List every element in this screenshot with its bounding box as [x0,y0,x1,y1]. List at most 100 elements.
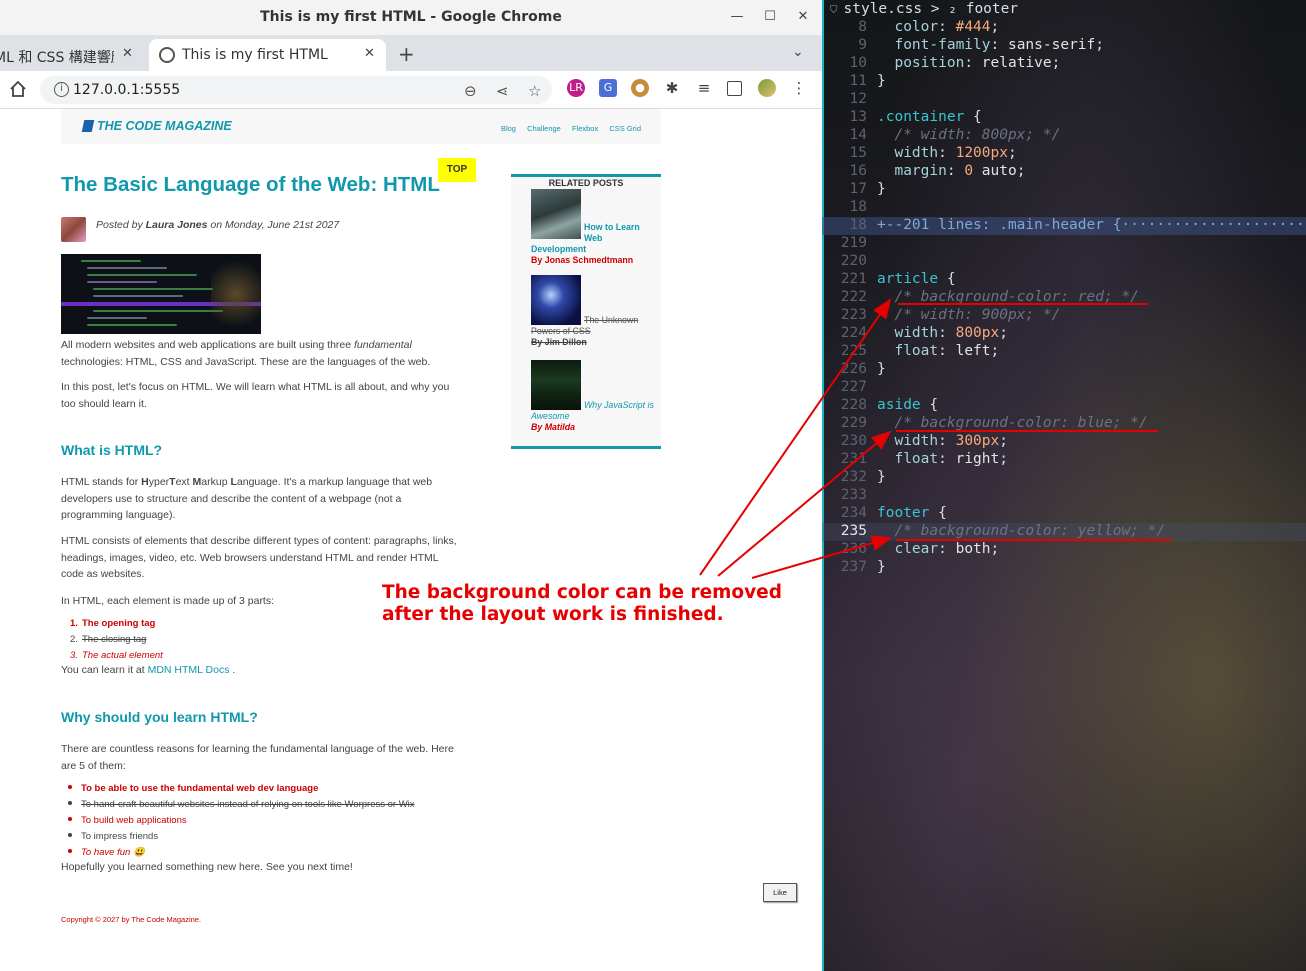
related-post-item[interactable]: The Unknown Powers of CSS By Jim Dillon [531,275,656,348]
editor-line[interactable]: 227 [822,379,1306,397]
editor-line[interactable]: 14 /* width: 800px; */ [822,127,1306,145]
site-logo[interactable]: THE CODE MAGAZINE [81,119,232,133]
editor-line[interactable]: 9 font-family: sans-serif; [822,37,1306,55]
extension-cookie-icon[interactable]: ● [631,79,649,97]
editor-line[interactable]: 8 color: #444; [822,19,1306,37]
related-post-item[interactable]: Why JavaScript is Awesome By Matilda [531,360,656,433]
editor-line[interactable]: 11} [822,73,1306,91]
editor-line[interactable]: 229 /* background-color: blue; */ [822,415,1306,433]
editor-line[interactable]: 232} [822,469,1306,487]
address-bar[interactable]: i 127.0.0.1:5555 ⊖ ⋖ ☆ [40,76,552,104]
editor-line[interactable]: 237} [822,559,1306,577]
related-post-author: By Jim Dillon [531,337,587,347]
post-title: The Basic Language of the Web: HTML [61,173,440,196]
post-thumbnail [531,189,581,239]
annotation-line-1: The background color can be removed [382,582,782,603]
nav-link-css-grid[interactable]: CSS Grid [609,124,641,133]
site-header: THE CODE MAGAZINE Blog Challenge Flexbox… [61,109,661,144]
tab-search-chevron-icon[interactable]: ⌄ [792,44,804,60]
editor-line[interactable]: 12 [822,91,1306,109]
line-code: color: #444; [894,19,1000,35]
bookmark-star-icon[interactable]: ☆ [528,82,541,100]
line-number: 220 [840,253,867,269]
tab-current[interactable]: This is my first HTML ✕ [149,39,386,71]
related-post-item[interactable]: How to Learn Web Development By Jonas Sc… [531,189,656,266]
mdn-link[interactable]: MDN HTML Docs [148,664,230,676]
tab-label: ML 和 CSS 構建響應 [0,50,114,66]
editor-line[interactable]: 16 margin: 0 auto; [822,163,1306,181]
unordered-list-item: To impress friends [68,829,158,845]
nav-link-challenge[interactable]: Challenge [527,124,561,133]
tab-label: This is my first HTML [182,47,328,63]
line-number: 224 [840,325,867,341]
top-badge[interactable]: TOP [438,158,476,182]
share-icon[interactable]: ⋖ [496,82,509,100]
editor-line[interactable]: 219 [822,235,1306,253]
home-icon[interactable] [8,79,28,99]
profile-avatar[interactable] [758,79,776,97]
like-button[interactable]: Like [763,883,797,902]
close-tab-icon[interactable]: ✕ [364,46,375,61]
editor-line[interactable]: 10 position: relative; [822,55,1306,73]
editor-line[interactable]: 233 [822,487,1306,505]
line-number: 235 [840,523,867,539]
editor-line[interactable]: 222 /* background-color: red; */ [822,289,1306,307]
site-info-icon[interactable]: i [54,82,69,97]
line-number: 18 [849,217,867,233]
line-number: 8 [858,19,867,35]
aside-title: RELATED POSTS [548,178,624,188]
mdn-paragraph: You can learn it at MDN HTML Docs . [61,664,236,676]
line-number: 14 [849,127,867,143]
heading-what-is-html: What is HTML? [61,442,163,458]
tab-css-course[interactable]: ML 和 CSS 構建響應 ✕ [0,39,144,71]
line-code: float: left; [894,343,1000,359]
side-panel-icon[interactable] [727,81,742,96]
extensions-puzzle-icon[interactable]: ✱ [663,79,681,97]
editor-line[interactable]: 234 footer { [822,505,1306,523]
editor-line[interactable]: 236 clear: both; [822,541,1306,559]
related-posts-aside: RELATED POSTS How to Learn Web Developme… [511,174,661,449]
line-number: 231 [840,451,867,467]
editor-line[interactable]: 230 width: 300px; [822,433,1306,451]
editor-line[interactable]: 231 float: right; [822,451,1306,469]
extension-lr-icon[interactable]: LR [567,79,585,97]
editor-line[interactable]: 221 article { [822,271,1306,289]
code-editor: ⛉ style.css > ₂ footer 8 color: #444; 9 fo… [822,0,1306,971]
line-code: } [877,73,886,89]
line-code: width: 800px; [894,325,1008,341]
maximize-icon[interactable]: ☐ [761,8,779,26]
zoom-icon[interactable]: ⊖ [464,82,477,100]
editor-line[interactable]: 17} [822,181,1306,199]
line-code: /* background-color: red; */ [894,289,1139,305]
close-tab-icon[interactable]: ✕ [122,46,133,61]
window-title: This is my first HTML - Google Chrome [260,9,562,25]
line-code: } [877,361,886,377]
editor-line[interactable]: 223 /* width: 900px; */ [822,307,1306,325]
line-code: } [877,181,886,197]
close-window-icon[interactable]: ✕ [794,8,812,26]
minimize-icon[interactable]: — [728,8,746,26]
editor-line[interactable]: 226} [822,361,1306,379]
editor-line[interactable]: 13 .container { [822,109,1306,127]
editor-line[interactable]: 235 /* background-color: yellow; */ [822,523,1306,541]
nav-link-flexbox[interactable]: Flexbox [572,124,598,133]
intro-paragraph-1: All modern websites and web applications… [61,339,431,368]
related-post-author: By Matilda [531,422,575,432]
reading-list-icon[interactable]: ≡ [695,79,713,97]
line-code: float: right; [894,451,1008,467]
editor-line[interactable]: 225 float: left; [822,343,1306,361]
editor-line[interactable]: 18 +--201 lines: .main-header {··········… [822,217,1306,235]
line-number: 230 [840,433,867,449]
new-tab-icon[interactable]: + [398,42,415,66]
line-code: aside { [877,397,939,413]
editor-line[interactable]: 228 aside { [822,397,1306,415]
annotation-line-2: after the layout work is finished. [382,604,724,625]
editor-line[interactable]: 18 [822,199,1306,217]
extension-translate-icon[interactable]: G [599,79,617,97]
nav-link-blog[interactable]: Blog [501,124,516,133]
line-code: /* width: 900px; */ [894,307,1061,323]
editor-line[interactable]: 220 [822,253,1306,271]
editor-line[interactable]: 15 width: 1200px; [822,145,1306,163]
chrome-menu-icon[interactable]: ⋮ [790,79,808,97]
editor-line[interactable]: 224 width: 800px; [822,325,1306,343]
